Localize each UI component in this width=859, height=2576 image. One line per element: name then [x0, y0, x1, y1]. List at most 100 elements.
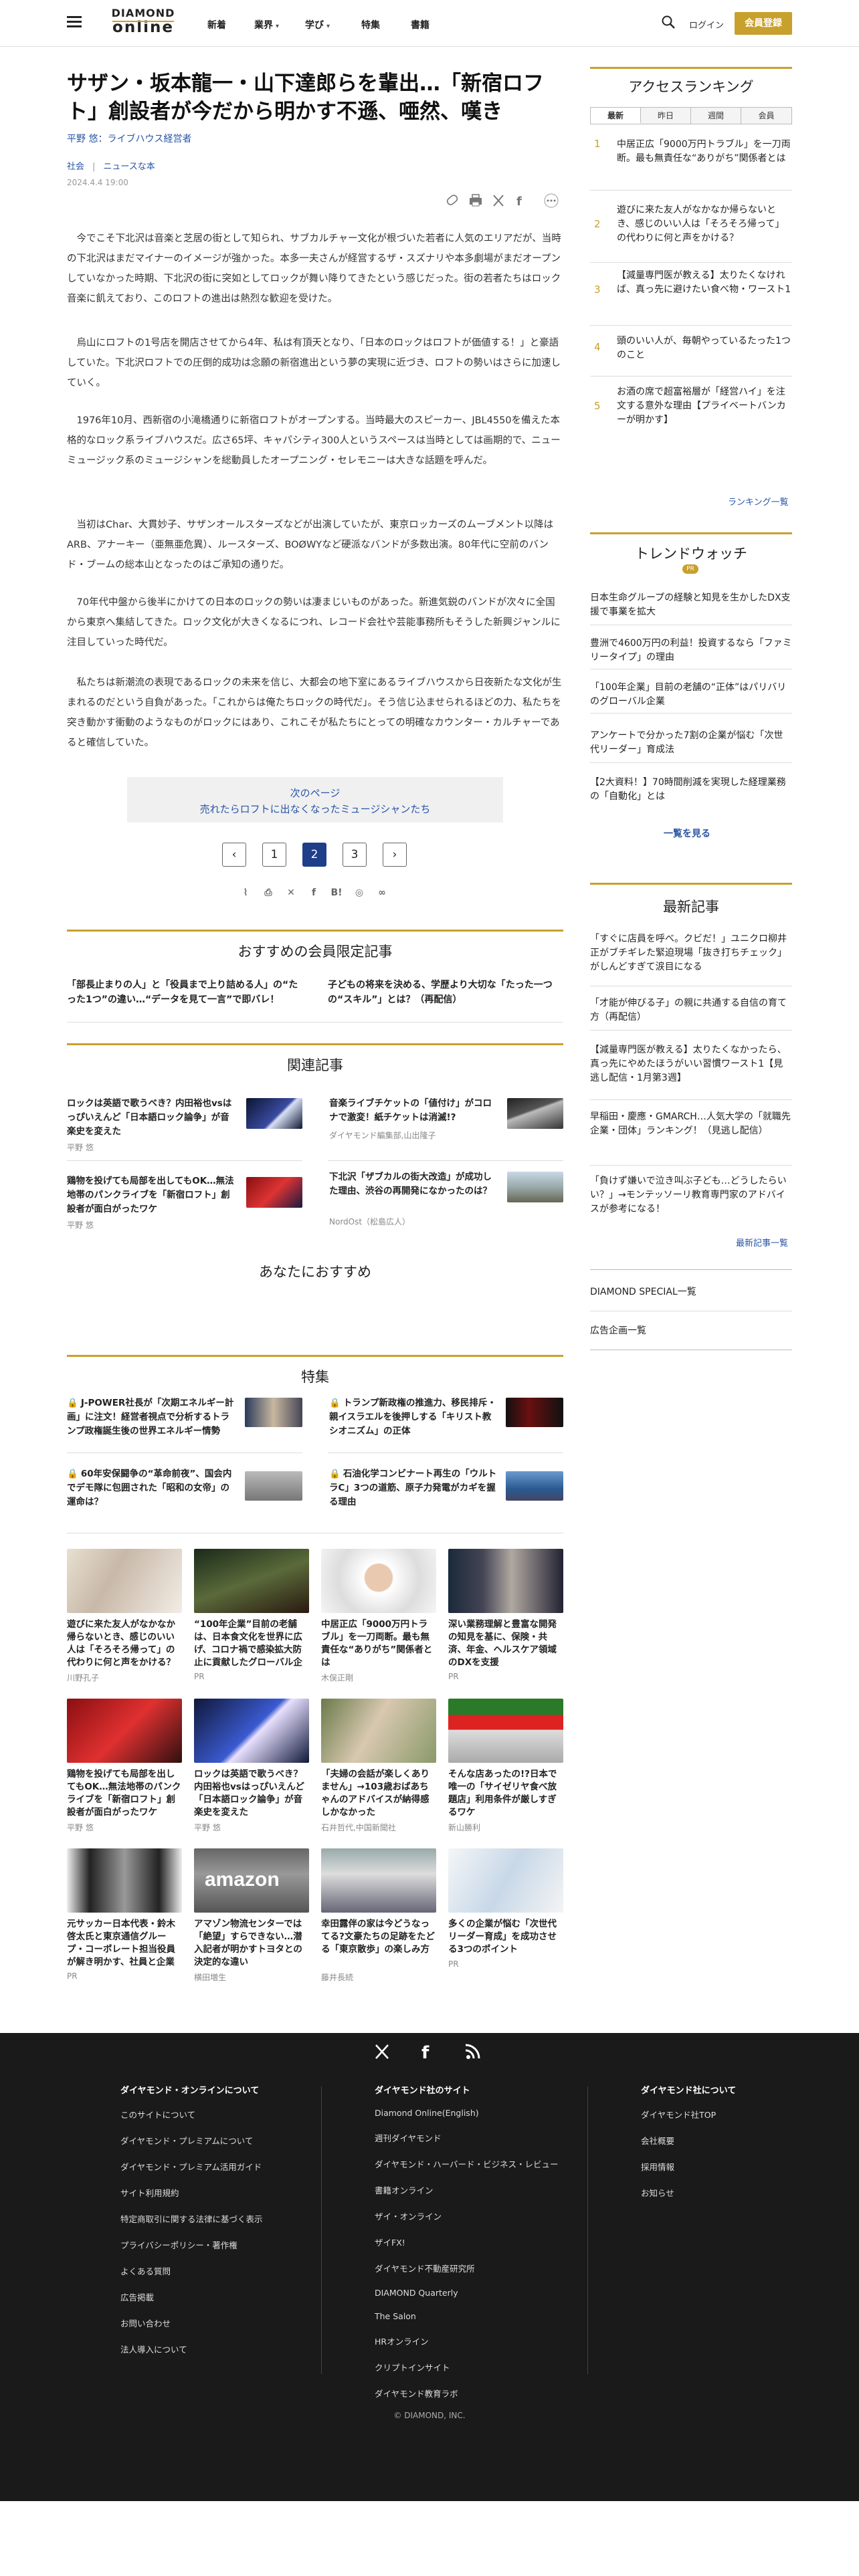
footer-link[interactable]: DIAMOND Quarterly [375, 2288, 559, 2298]
login-link[interactable]: ログイン [689, 18, 724, 31]
site-logo[interactable]: DIAMOND online [108, 8, 178, 37]
footer-link[interactable]: よくある質問 [120, 2264, 263, 2277]
related-thumbnail[interactable] [507, 1098, 563, 1129]
footer-link[interactable]: サイト利用規約 [120, 2186, 263, 2199]
grid-title[interactable]: 「夫婦の会話が楽しくありません」→103歳おばあちゃんのアドバイスが納得感しかな… [321, 1768, 436, 1819]
grid-title[interactable]: 元サッカー日本代表・鈴木啓太氏と東京通信グループ・コーポレート担当役員が解き明か… [67, 1918, 182, 1969]
grid-title[interactable]: 遊びに来た友人がなかなか帰らないとき、感じのいい人は「そろそろ帰って」の代わりに… [67, 1618, 182, 1669]
grid-thumbnail[interactable] [448, 1699, 563, 1763]
print-icon[interactable]: ⎙ [261, 885, 276, 900]
latest-more-link[interactable]: 最新記事一覧 [736, 1236, 788, 1249]
grid-thumbnail[interactable] [321, 1699, 436, 1763]
footer-link[interactable]: 広告掲載 [120, 2290, 263, 2303]
grid-thumbnail[interactable] [448, 1549, 563, 1613]
special-thumbnail[interactable] [245, 1398, 302, 1427]
special-thumbnail[interactable] [245, 1471, 302, 1501]
special-article[interactable]: 🔒 60年安保闘争の“革命前夜”、国会内でデモ隊に包囲された「昭和の女帝」の運命は… [67, 1467, 235, 1509]
related-thumbnail[interactable] [246, 1177, 302, 1208]
related-article-title[interactable]: 音楽ライブチケットの「値付け」がコロナで激変！紙チケットは消滅!? [329, 1097, 496, 1125]
latest-item[interactable]: 【減量専門医が教える】太りたくなかったら、真っ先にやめたほうがいい習慣ワースト1… [590, 1043, 792, 1085]
next-page-box[interactable]: 次のページ 売れたらロフトに出なくなったミュージシャンたち [127, 777, 503, 823]
search-icon[interactable] [661, 15, 676, 29]
related-thumbnail[interactable] [246, 1098, 302, 1129]
footer-link[interactable]: 特定商取引に関する法律に基づく表示 [120, 2212, 263, 2225]
grid-thumbnail[interactable] [321, 1848, 436, 1913]
tab-yesterday[interactable]: 昨日 [641, 108, 691, 124]
footer-link[interactable]: ダイヤモンド教育ラボ [375, 2387, 559, 2399]
trend-item[interactable]: 日本生命グループの経験と知見を生かしたDX支援で事業を拡大 [590, 591, 792, 619]
latest-item[interactable]: 早稲田・慶應・GMARCH…人気大学の「就職先企業・団体」ランキング！（見逃し配… [590, 1110, 792, 1138]
link-icon[interactable]: ∞ [375, 885, 389, 900]
nav-special[interactable]: 特集 [361, 18, 380, 31]
grid-title[interactable]: ロックは英語で歌うべき？内田裕也vsはっぴいえんど「日本語ロック論争」が音楽史を… [194, 1768, 309, 1819]
prev-page-button[interactable]: ‹ [222, 843, 246, 867]
related-thumbnail[interactable] [507, 1172, 563, 1202]
footer-link[interactable]: お知らせ [641, 2186, 736, 2199]
trend-item[interactable]: 【2大資料！】70時間削減を実現した経理業務の「自動化」とは [590, 776, 792, 804]
ranking-more-link[interactable]: ランキング一覧 [728, 495, 789, 508]
footer-link[interactable]: ザイ・オンライン [375, 2210, 559, 2222]
grid-thumbnail[interactable] [194, 1699, 309, 1763]
menu-icon[interactable] [67, 16, 82, 28]
footer-link[interactable]: 書籍オンライン [375, 2183, 559, 2196]
footer-link[interactable]: The Salon [375, 2311, 559, 2321]
footer-link[interactable]: ダイヤモンド不動産研究所 [375, 2262, 559, 2274]
article-author[interactable]: 平野 悠：ライブハウス経営者 [67, 132, 191, 145]
latest-item[interactable]: 「負けず嫌いで泣き叫ぶ子ども…どうしたらいい？」→モンテッソーリ教育専門家のアド… [590, 1174, 792, 1216]
latest-item[interactable]: 「すぐに店員を呼べ。クビだ！」ユニクロ柳井正がブチギレた緊迫現場「抜き打ちチェッ… [590, 932, 792, 974]
trend-more-link[interactable]: 一覧を見る [664, 827, 710, 840]
related-article-title[interactable]: 鶏物を投げても局部を出してもOK…無法地帯のパンクライブを「新宿ロフト」創設者が… [67, 1174, 234, 1216]
grid-thumbnail[interactable] [67, 1699, 182, 1763]
grid-title[interactable]: 多くの企業が悩む「次世代リーダー育成」を成功させる3つのポイント [448, 1918, 563, 1956]
register-button[interactable]: 会員登録 [735, 12, 792, 35]
category-link[interactable]: 社会 [67, 162, 84, 172]
grid-thumbnail[interactable] [67, 1549, 182, 1613]
trend-item[interactable]: 豊洲で4600万円の利益！投資するなら「ファミリータイプ」の理由 [590, 637, 792, 665]
grid-thumbnail[interactable] [321, 1549, 436, 1613]
members-article[interactable]: 子どもの将来を決める、学歴より大切な「たった一つの“スキル”」とは？（再配信） [328, 978, 563, 1007]
grid-title[interactable]: 鶏物を投げても局部を出してもOK…無法地帯のパンクライブを「新宿ロフト」創設者が… [67, 1768, 182, 1819]
special-thumbnail[interactable] [506, 1398, 563, 1427]
x-icon[interactable]: ✕ [284, 885, 298, 900]
special-article[interactable]: 🔒 石油化学コンビナート再生の「ウルトラC」3つの道筋、原子力発電がカギを握る理由 [329, 1467, 498, 1509]
footer-link[interactable]: ザイFX! [375, 2236, 559, 2248]
trend-item[interactable]: アンケートで分かった7割の企業が悩む「次世代リーダー」育成法 [590, 729, 792, 757]
grid-title[interactable]: そんな店あったの!?日本で唯一の「サイゼリヤ食べ放題店」利用条件が厳しすぎるワケ [448, 1768, 563, 1819]
page-1[interactable]: 1 [262, 843, 286, 867]
line-icon[interactable]: ◎ [352, 885, 367, 900]
facebook-icon[interactable]: f [306, 885, 321, 900]
related-article-title[interactable]: ロックは英語で歌うべき？内田裕也vsはっぴいえんど「日本語ロック論争」が音楽史を… [67, 1097, 234, 1139]
grid-thumbnail[interactable] [194, 1549, 309, 1613]
footer-link[interactable]: Diamond Online(English) [375, 2108, 559, 2118]
footer-link[interactable]: ダイヤモンド・ハーバード・ビジネス・レビュー [375, 2157, 559, 2170]
footer-link[interactable]: クリプトインサイト [375, 2361, 559, 2373]
next-page-button[interactable]: › [383, 843, 407, 867]
footer-link[interactable]: ダイヤモンド・プレミアムについて [120, 2134, 263, 2147]
page-2-current[interactable]: 2 [302, 843, 326, 867]
grid-thumbnail[interactable] [67, 1848, 182, 1913]
page-3[interactable]: 3 [343, 843, 367, 867]
footer-link[interactable]: ダイヤモンド・プレミアム活用ガイド [120, 2160, 263, 2173]
grid-title[interactable]: “100年企業”目前の老舗は、日本食文化を世界に広げ、コロナ禍で感染拡大防止に貢… [194, 1618, 309, 1669]
footer-link[interactable]: このサイトについて [120, 2108, 263, 2121]
members-article[interactable]: 「部長止まりの人」と「役員まで上り詰める人」の“たった1つ”の違い…“データを見… [67, 978, 302, 1007]
nav-books[interactable]: 書籍 [411, 18, 430, 31]
footer-link[interactable]: 法人導入について [120, 2343, 263, 2355]
footer-link[interactable]: 採用情報 [641, 2160, 736, 2173]
ad-list-link[interactable]: 広告企画一覧 [590, 1324, 792, 1338]
special-thumbnail[interactable] [506, 1471, 563, 1501]
tab-weekly[interactable]: 週間 [691, 108, 741, 124]
grid-thumbnail[interactable] [448, 1848, 563, 1913]
nav-new[interactable]: 新着 [207, 18, 226, 31]
hatena-icon[interactable]: B! [329, 885, 344, 900]
grid-title[interactable]: 中居正広「9000万円トラブル」を一刀両断。最も無責任な“ありがち”関係者とは [321, 1618, 436, 1669]
grid-title[interactable]: アマゾン物流センターでは「絶望」すらできない…潜入記者が明かすトヨタとの決定的な… [194, 1918, 309, 1969]
footer-link[interactable]: お問い合わせ [120, 2317, 263, 2329]
grid-title[interactable]: 幸田露伴の家は今どうなってる?文豪たちの足跡をたどる「東京散歩」の楽しみ方 [321, 1918, 436, 1956]
clip-icon[interactable]: ⌇ [238, 885, 253, 900]
footer-link[interactable]: プライバシーポリシー・著作権 [120, 2238, 263, 2251]
category-link[interactable]: ニュースな本 [103, 162, 155, 172]
footer-link[interactable]: 会社概要 [641, 2134, 736, 2147]
special-article[interactable]: 🔒 トランプ新政権の推進力、移民排斥・親イスラエルを後押しする「キリスト教シオニズ… [329, 1396, 498, 1438]
latest-item[interactable]: 「才能が伸びる子」の親に共通する自信の育て方（再配信） [590, 996, 792, 1025]
